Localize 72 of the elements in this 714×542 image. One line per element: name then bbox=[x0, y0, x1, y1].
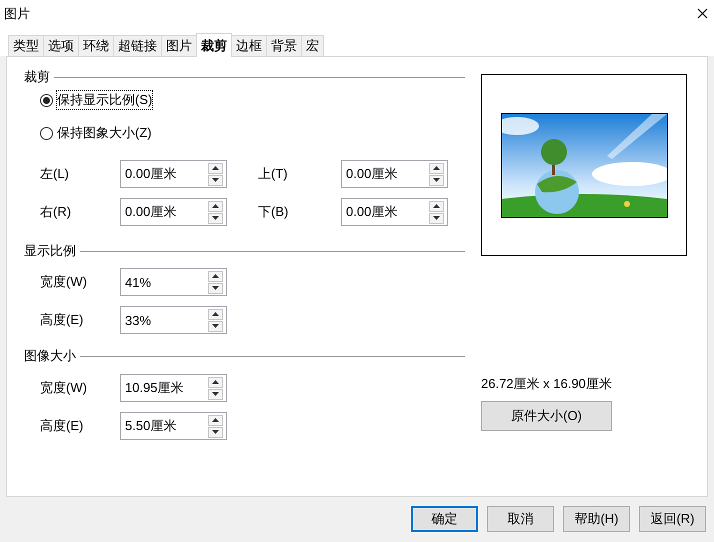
down-arrow-icon bbox=[212, 392, 219, 396]
up-arrow-icon bbox=[212, 312, 219, 316]
spin-field[interactable]: 41% bbox=[120, 268, 227, 296]
spin-down-button[interactable] bbox=[208, 388, 223, 400]
close-icon[interactable] bbox=[697, 8, 708, 19]
spin-field[interactable]: 0.00厘米 bbox=[120, 160, 227, 188]
spin-up-button[interactable] bbox=[208, 270, 223, 282]
down-arrow-icon bbox=[433, 216, 440, 220]
spin-up-button[interactable] bbox=[208, 200, 223, 212]
tab[interactable]: 类型 bbox=[8, 35, 44, 56]
field-label: 右(R) bbox=[40, 203, 72, 221]
up-arrow-icon bbox=[212, 380, 219, 384]
dialog-button[interactable]: 返回(R) bbox=[639, 506, 706, 532]
field-label: 宽度(W) bbox=[40, 273, 88, 291]
up-arrow-icon bbox=[433, 166, 440, 170]
down-arrow-icon bbox=[212, 216, 219, 220]
spin-field[interactable]: 0.00厘米 bbox=[341, 160, 448, 188]
spin-down-button[interactable] bbox=[429, 174, 444, 186]
spin-up-button[interactable] bbox=[429, 162, 444, 174]
radio-label[interactable]: 保持图象大小(Z) bbox=[57, 124, 152, 142]
spin-up-button[interactable] bbox=[208, 308, 223, 320]
spin-field[interactable]: 33% bbox=[120, 306, 227, 334]
section-heading: 显示比例 bbox=[24, 242, 76, 260]
spin-down-button[interactable] bbox=[208, 174, 223, 186]
spin-field[interactable]: 5.50厘米 bbox=[120, 412, 227, 440]
section-heading: 图像大小 bbox=[24, 347, 76, 365]
radio-button[interactable] bbox=[40, 94, 53, 106]
tab[interactable]: 超链接 bbox=[113, 35, 162, 56]
spin-down-button[interactable] bbox=[208, 426, 223, 438]
field-label: 左(L) bbox=[40, 165, 70, 183]
field-label: 上(T) bbox=[258, 165, 289, 183]
spin-up-button[interactable] bbox=[429, 200, 444, 212]
window-title: 图片 bbox=[4, 4, 30, 22]
radio-button[interactable] bbox=[40, 126, 53, 140]
field-label: 宽度(W) bbox=[40, 379, 88, 397]
dialog-button[interactable]: 确定 bbox=[411, 506, 478, 532]
tab[interactable]: 裁剪 bbox=[196, 33, 232, 57]
spin-field[interactable]: 0.00厘米 bbox=[120, 198, 227, 226]
up-arrow-icon bbox=[212, 166, 219, 170]
spin-down-button[interactable] bbox=[208, 320, 223, 332]
down-arrow-icon bbox=[212, 178, 219, 182]
section-heading: 裁剪 bbox=[24, 68, 50, 86]
original-size-button[interactable]: 原件大小(O) bbox=[481, 401, 612, 431]
down-arrow-icon bbox=[433, 178, 440, 182]
spin-field[interactable]: 10.95厘米 bbox=[120, 374, 227, 402]
spin-down-button[interactable] bbox=[208, 282, 223, 294]
field-label: 下(B) bbox=[258, 203, 290, 221]
up-arrow-icon bbox=[212, 274, 219, 278]
dialog-button[interactable]: 帮助(H) bbox=[563, 506, 630, 532]
tab[interactable]: 环绕 bbox=[78, 35, 114, 56]
field-label: 高度(E) bbox=[40, 417, 84, 435]
down-arrow-icon bbox=[212, 324, 219, 328]
original-size-text: 26.72厘米 x 16.90厘米 bbox=[481, 375, 613, 391]
spin-up-button[interactable] bbox=[208, 376, 223, 388]
spin-down-button[interactable] bbox=[429, 212, 444, 224]
up-arrow-icon bbox=[212, 418, 219, 422]
dialog-button[interactable]: 取消 bbox=[487, 506, 554, 532]
down-arrow-icon bbox=[212, 286, 219, 290]
tab[interactable]: 选项 bbox=[43, 35, 79, 56]
down-arrow-icon bbox=[212, 430, 219, 434]
tab[interactable]: 边框 bbox=[231, 35, 267, 56]
up-arrow-icon bbox=[212, 204, 219, 208]
tab[interactable]: 背景 bbox=[266, 35, 302, 56]
tab[interactable]: 宏 bbox=[301, 35, 324, 56]
spin-field[interactable]: 0.00厘米 bbox=[341, 198, 448, 226]
tab[interactable]: 图片 bbox=[161, 35, 197, 56]
up-arrow-icon bbox=[433, 204, 440, 208]
field-label: 高度(E) bbox=[40, 311, 84, 329]
spin-up-button[interactable] bbox=[208, 414, 223, 426]
spin-up-button[interactable] bbox=[208, 162, 223, 174]
radio-label[interactable]: 保持显示比例(S) bbox=[57, 91, 152, 109]
spin-down-button[interactable] bbox=[208, 212, 223, 224]
